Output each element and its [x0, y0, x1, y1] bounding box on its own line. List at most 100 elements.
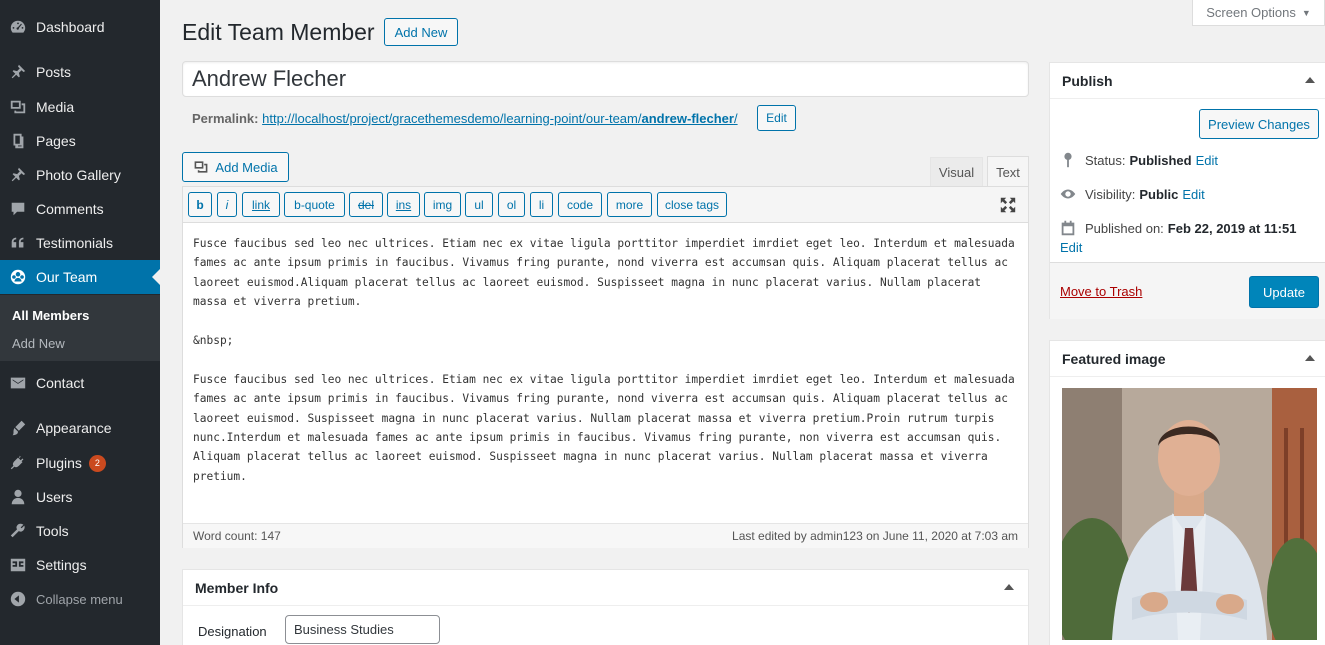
visibility-edit-link[interactable]: Edit: [1182, 187, 1204, 202]
pin-icon: [0, 166, 36, 184]
publish-title: Publish: [1050, 63, 1325, 99]
team-icon: [0, 268, 36, 286]
featured-image-title: Featured image: [1050, 341, 1325, 377]
last-edited: Last edited by admin123 on June 11, 2020…: [732, 529, 1018, 543]
featured-image-photo[interactable]: [1062, 388, 1317, 640]
menu-testimonials-label: Testimonials: [36, 235, 114, 251]
menu-our-team-label: Our Team: [36, 269, 98, 285]
status-label: Status:: [1085, 152, 1126, 168]
media-icon: [0, 98, 36, 116]
menu-testimonials[interactable]: Testimonials: [0, 226, 160, 260]
permalink-edit-button[interactable]: Edit: [757, 105, 796, 131]
editor-paragraph: Fusce faucibus sed leo nec ultrices. Eti…: [193, 237, 1015, 309]
pin-icon: [0, 63, 36, 81]
menu-dashboard[interactable]: Dashboard: [0, 10, 160, 44]
settings-icon: [0, 556, 36, 574]
submenu-all-members[interactable]: All Members: [12, 308, 89, 323]
permalink-label: Permalink:: [192, 111, 259, 126]
collapse-arrow-icon[interactable]: [1004, 584, 1014, 590]
menu-dashboard-label: Dashboard: [36, 19, 105, 35]
menu-tools-label: Tools: [36, 523, 69, 539]
qt-ins-button[interactable]: ins: [387, 192, 420, 217]
menu-appearance-label: Appearance: [36, 420, 112, 436]
screen-options-label: Screen Options: [1206, 5, 1296, 20]
menu-media[interactable]: Media: [0, 90, 160, 124]
visibility-label: Visibility:: [1085, 186, 1136, 202]
collapse-arrow-icon[interactable]: [1305, 355, 1315, 361]
menu-media-label: Media: [36, 99, 75, 115]
post-title-input[interactable]: Andrew Flecher: [182, 61, 1029, 97]
pin-icon: [1064, 152, 1072, 168]
dashboard-icon: [0, 18, 36, 36]
post-status-row: Status: Published Edit: [1059, 151, 1218, 169]
editor-paragraph: &nbsp;: [193, 334, 234, 348]
quote-icon: [0, 234, 36, 252]
editor-paragraph: Fusce faucibus sed leo nec ultrices. Eti…: [193, 372, 1015, 483]
calendar-icon: [1061, 220, 1075, 236]
menu-our-team[interactable]: Our Team: [0, 260, 160, 294]
tab-text[interactable]: Text: [987, 156, 1029, 187]
menu-users[interactable]: Users: [0, 480, 160, 514]
screen-options-toggle[interactable]: Screen Options ▼: [1192, 0, 1325, 26]
wrench-icon: [0, 522, 36, 540]
editor-textarea[interactable]: Fusce faucibus sed leo nec ultrices. Eti…: [193, 234, 1018, 506]
published-value: Feb 22, 2019 at 11:51: [1167, 220, 1297, 236]
qt-more-button[interactable]: more: [607, 192, 652, 217]
published-on-row: Published on: Feb 22, 2019 at 11:51: [1059, 219, 1296, 237]
qt-code-button[interactable]: code: [558, 192, 602, 217]
move-to-trash-link[interactable]: Move to Trash: [1060, 284, 1142, 299]
update-button[interactable]: Update: [1249, 276, 1319, 308]
plug-icon: [0, 454, 36, 472]
qt-del-button[interactable]: del: [349, 192, 383, 217]
qt-ul-button[interactable]: ul: [465, 192, 493, 217]
member-info-box: Member Info Designation Business Studies: [182, 569, 1029, 645]
published-label: Published on:: [1085, 220, 1164, 236]
visibility-row: Visibility: Public Edit: [1059, 185, 1205, 203]
editor-status-bar: Word count: 147 Last edited by admin123 …: [183, 523, 1028, 548]
menu-settings[interactable]: Settings: [0, 548, 160, 582]
qt-bold-button[interactable]: b: [188, 192, 212, 217]
published-edit-link[interactable]: Edit: [1060, 240, 1082, 255]
collapse-menu-button[interactable]: Collapse menu: [0, 582, 160, 616]
member-info-title: Member Info: [183, 570, 1028, 606]
menu-pages[interactable]: Pages: [0, 124, 160, 158]
portrait-photo: [1062, 388, 1317, 640]
featured-image-box: Featured image: [1049, 340, 1325, 645]
qt-img-button[interactable]: img: [424, 192, 461, 217]
collapse-arrow-icon[interactable]: [1305, 77, 1315, 83]
collapse-icon: [0, 590, 36, 608]
menu-plugins-label: Plugins: [36, 455, 82, 471]
menu-posts[interactable]: Posts: [0, 55, 160, 89]
menu-photo-gallery[interactable]: Photo Gallery: [0, 158, 160, 192]
word-count: Word count: 147: [193, 529, 281, 543]
menu-comments[interactable]: Comments: [0, 192, 160, 226]
menu-pages-label: Pages: [36, 133, 76, 149]
permalink-link[interactable]: http://localhost/project/gracethemesdemo…: [262, 111, 737, 126]
submenu-add-new[interactable]: Add New: [12, 336, 65, 351]
menu-tools[interactable]: Tools: [0, 514, 160, 548]
status-edit-link[interactable]: Edit: [1196, 153, 1218, 168]
our-team-submenu: All Members Add New: [0, 295, 160, 361]
menu-plugins[interactable]: Plugins 2: [0, 446, 160, 480]
menu-contact[interactable]: Contact: [0, 366, 160, 400]
media-icon: [195, 161, 208, 173]
permalink-trail: /: [733, 111, 738, 126]
text-editor: b i link b-quote del ins img ul ol li co…: [182, 186, 1029, 548]
qt-ol-button[interactable]: ol: [498, 192, 525, 217]
qt-blockquote-button[interactable]: b-quote: [284, 192, 345, 217]
qt-li-button[interactable]: li: [530, 192, 553, 217]
qt-italic-button[interactable]: i: [217, 192, 237, 217]
permalink-row: Permalink: http://localhost/project/grac…: [192, 111, 738, 126]
add-new-button[interactable]: Add New: [384, 18, 458, 46]
designation-input[interactable]: Business Studies: [285, 615, 440, 644]
qt-close-tags-button[interactable]: close tags: [657, 192, 727, 217]
preview-changes-button[interactable]: Preview Changes: [1199, 109, 1319, 139]
fullscreen-icon[interactable]: [999, 196, 1017, 214]
menu-appearance[interactable]: Appearance: [0, 411, 160, 445]
collapse-menu-label: Collapse menu: [36, 591, 123, 607]
menu-contact-label: Contact: [36, 375, 85, 391]
qt-link-button[interactable]: link: [242, 192, 280, 217]
menu-comments-label: Comments: [36, 201, 104, 217]
add-media-button[interactable]: Add Media: [182, 152, 289, 182]
tab-visual[interactable]: Visual: [930, 157, 983, 187]
